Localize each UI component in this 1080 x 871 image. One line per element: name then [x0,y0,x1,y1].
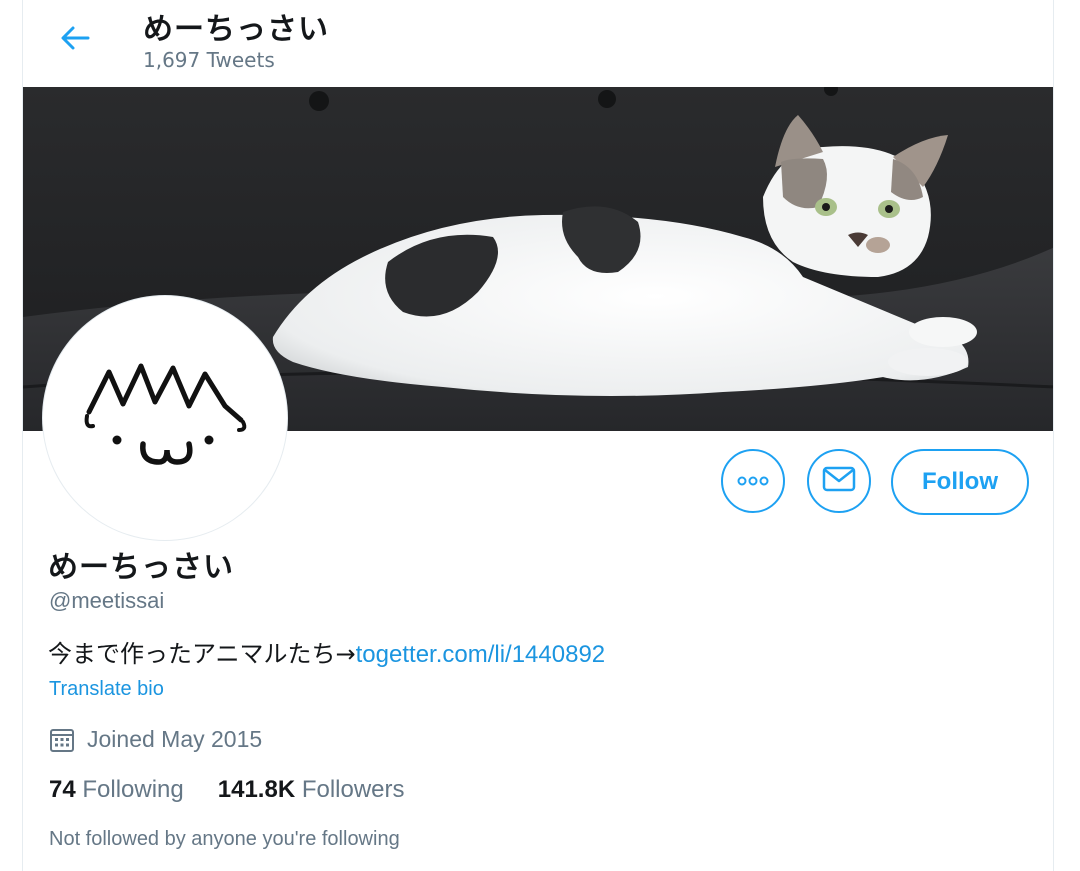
joined-date: Joined May 2015 [49,726,262,753]
not-followed-notice: Not followed by anyone you're following [49,828,400,850]
arrow-left-icon [60,25,90,55]
following-label: Following [82,776,184,803]
joined-text: Joined May 2015 [87,726,263,752]
header-display-name: めーちっさい [143,12,329,47]
header-tweet-count: 1,697 Tweets [143,48,275,72]
more-horizontal-icon [736,472,770,491]
back-button[interactable] [51,18,99,62]
profile-avatar[interactable] [43,296,287,540]
followers-count: 141.8K [217,776,296,803]
profile-page: めーちっさい 1,697 Tweets Follow めーちっさい @meeti… [22,0,1054,871]
message-button[interactable] [807,449,871,513]
translate-bio-link[interactable]: Translate bio [49,678,164,701]
profile-display-name: めーちっさい [48,550,234,585]
followers-label: Followers [301,776,405,803]
follow-button[interactable]: Follow [891,449,1029,515]
following-count: 74 [49,776,76,803]
profile-handle: @meetissai [49,588,165,613]
follow-stats: 74 Following 141.8K Followers [49,776,405,804]
bio-link[interactable]: togetter.com/li/1440892 [356,641,606,668]
envelope-icon [822,466,856,496]
more-options-button[interactable] [721,449,785,513]
following-stat[interactable]: 74 Following [49,776,184,804]
bio-text: 今まで作ったアニマルたち→ [48,640,356,668]
calendar-icon [49,727,75,753]
followers-stat[interactable]: 141.8K Followers [218,776,405,804]
profile-bio: 今まで作ったアニマルたち→togetter.com/li/1440892 [48,634,605,669]
profile-header: めーちっさい 1,697 Tweets [23,0,1053,87]
